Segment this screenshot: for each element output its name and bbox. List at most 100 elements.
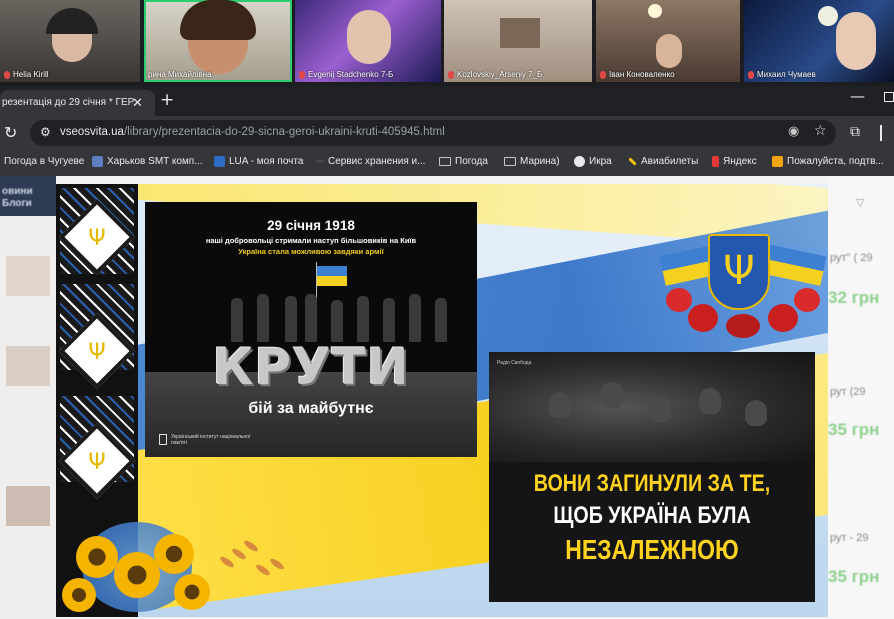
mic-muted-icon bbox=[748, 70, 754, 79]
yandex-icon bbox=[712, 156, 719, 167]
bookmark-item[interactable]: Погода в Чугуеве bbox=[4, 156, 84, 167]
bookmark-item[interactable]: Икра bbox=[574, 156, 612, 167]
address-bar[interactable]: ⚙ vseosvita.ua/library/prezentacia-do-29… bbox=[30, 120, 836, 146]
participant-label: Kozlovskiy_Arseniy 7_Б bbox=[448, 70, 542, 79]
poster-subtitle: бій за майбутнє bbox=[248, 400, 374, 417]
reload-icon[interactable]: ↻ bbox=[4, 123, 17, 142]
independence-poster: Радіо Свобода ВОНИ ЗАГИНУЛИ ЗА ТЕ, ЩОБ У… bbox=[489, 352, 815, 602]
participant-tile-active[interactable]: рина Михайлівна bbox=[144, 0, 292, 82]
extensions-icon[interactable]: ⧉ bbox=[850, 124, 860, 140]
menu-button[interactable] bbox=[880, 125, 882, 141]
poster-line: ЩОБ УКРАЇНА БУЛА bbox=[553, 502, 751, 529]
person-silhouette bbox=[549, 392, 571, 418]
participant-hair bbox=[180, 0, 256, 40]
flag-ribbon bbox=[761, 244, 827, 286]
bookmark-item[interactable]: Харьков SMT комп... bbox=[92, 156, 203, 167]
product-label: рут (29 bbox=[830, 386, 866, 398]
restore-button[interactable] bbox=[884, 92, 894, 102]
product-label: рут" ( 29 bbox=[830, 252, 873, 264]
folder-icon bbox=[504, 157, 516, 166]
soldier-figure bbox=[409, 294, 421, 342]
ukraine-flag bbox=[317, 266, 347, 286]
presentation-slide[interactable]: Ψ Ψ Ψ 29 січня 1918 наші добровольці стр… bbox=[56, 184, 828, 617]
person-silhouette bbox=[649, 396, 671, 422]
poster-line: ВОНИ ЗАГИНУЛИ ЗА ТЕ, bbox=[533, 470, 771, 497]
participant-label: рина Михайлівна bbox=[148, 70, 212, 79]
trident-icon: Ψ bbox=[88, 226, 106, 251]
bookmark-item[interactable]: Яндекс bbox=[712, 156, 757, 167]
participant-tile[interactable]: Михаил Чумаев bbox=[744, 0, 894, 82]
ceiling-lamp bbox=[648, 4, 662, 18]
product-price: 32 грн bbox=[828, 288, 880, 307]
bookmark-item[interactable]: Сервис хранения и... bbox=[316, 156, 425, 167]
bookmark-item[interactable]: Погода bbox=[439, 156, 488, 167]
bookmarks-bar: Погода в Чугуеве Харьков SMT комп... LUA… bbox=[0, 150, 894, 176]
mic-muted-icon bbox=[299, 70, 305, 79]
soldier-figure bbox=[435, 298, 447, 342]
wheat-ear bbox=[268, 556, 286, 572]
tab-bar: резентація до 29 січня * ГЕР ✕ + — bbox=[0, 86, 894, 116]
wheat-ear bbox=[254, 562, 272, 578]
tab-title: резентація до 29 січня * ГЕР bbox=[2, 97, 135, 108]
participant-label: Михаил Чумаев bbox=[748, 70, 816, 79]
participant-tile[interactable]: Іван Коноваленко bbox=[596, 0, 740, 82]
sunflower bbox=[114, 552, 160, 598]
bookmark-item[interactable]: Пожалуйста, подтв... bbox=[772, 156, 884, 167]
plane-icon bbox=[628, 157, 637, 166]
new-tab-button[interactable]: + bbox=[160, 90, 174, 110]
trident-icon: Ψ bbox=[88, 340, 106, 365]
bookmark-item[interactable]: LUA - моя почта bbox=[214, 156, 303, 167]
bookmark-item[interactable]: Авиабилеты bbox=[628, 156, 698, 167]
minimize-button[interactable]: — bbox=[850, 87, 865, 105]
left-sidebar-blurred: овини Блоги bbox=[0, 176, 56, 619]
wheat-ear bbox=[242, 538, 260, 554]
soldier-figure bbox=[285, 296, 297, 342]
trident-icon bbox=[214, 156, 225, 167]
product-price: 35 грн bbox=[828, 420, 880, 439]
trident-icon: Ψ bbox=[88, 450, 106, 475]
mic-muted-icon bbox=[4, 70, 10, 79]
participant-face bbox=[656, 34, 682, 68]
participant-tile[interactable]: Helia Kirill bbox=[0, 0, 140, 82]
radio-badge: Радіо Свобода bbox=[497, 360, 532, 366]
poppy-flower bbox=[726, 314, 760, 338]
institute-name: Український інститут національної пам'ят… bbox=[171, 434, 251, 446]
person-silhouette bbox=[601, 382, 623, 408]
sunflower bbox=[154, 534, 194, 574]
participant-tile[interactable]: Evgenij Stadchenko 7-Б bbox=[295, 0, 441, 82]
participant-face bbox=[347, 10, 391, 64]
bookmark-star-icon[interactable]: ☆ bbox=[814, 123, 827, 139]
cloud-icon bbox=[316, 160, 324, 163]
soldier-figure bbox=[305, 294, 317, 342]
kruty-poster: 29 січня 1918 наші добровольці стримали … bbox=[145, 202, 477, 457]
kruty-title: КРУТИ bbox=[212, 338, 410, 396]
soldier-figure bbox=[257, 294, 269, 342]
bookmark-item[interactable]: Марина) bbox=[504, 156, 560, 167]
sunflower bbox=[62, 578, 96, 612]
filter-icon: ▽ bbox=[856, 196, 865, 209]
video-call-strip: Helia Kirill рина Михайлівна Evgenij Sta… bbox=[0, 0, 894, 86]
mic-muted-icon bbox=[600, 70, 606, 79]
tracking-protection-icon[interactable]: ◉ bbox=[788, 124, 799, 139]
close-icon[interactable]: ✕ bbox=[132, 95, 143, 111]
site-info-icon[interactable]: ⚙ bbox=[40, 125, 51, 139]
wheat-ear bbox=[218, 554, 236, 570]
poster-line: наші добровольці стримали наступ більшов… bbox=[205, 236, 417, 245]
participant-tile[interactable]: Kozlovskiy_Arseniy 7_Б bbox=[444, 0, 592, 82]
soldier-figure bbox=[383, 298, 395, 342]
blurred-menu-text: Блоги bbox=[2, 198, 32, 209]
headphones bbox=[46, 8, 98, 34]
url-domain: vseosvita.ua bbox=[60, 126, 124, 138]
poppy-flower bbox=[794, 288, 820, 312]
url-text[interactable]: vseosvita.ua/library/prezentacia-do-29-s… bbox=[60, 126, 445, 138]
mic-muted-icon bbox=[448, 70, 454, 79]
product-label: рут - 29 bbox=[830, 532, 869, 544]
moon-background bbox=[818, 6, 838, 26]
participant-label: Helia Kirill bbox=[4, 70, 49, 79]
browser-tab[interactable]: резентація до 29 січня * ГЕР ✕ bbox=[0, 90, 155, 116]
participant-label: Evgenij Stadchenko 7-Б bbox=[299, 70, 393, 79]
poster-headline: НЕЗАЛЕЖНОЮ bbox=[565, 534, 739, 565]
url-path: /library/prezentacia-do-29-sicna-geroi-u… bbox=[123, 126, 445, 138]
folder-icon bbox=[439, 157, 451, 166]
soldier-figure bbox=[231, 298, 243, 342]
